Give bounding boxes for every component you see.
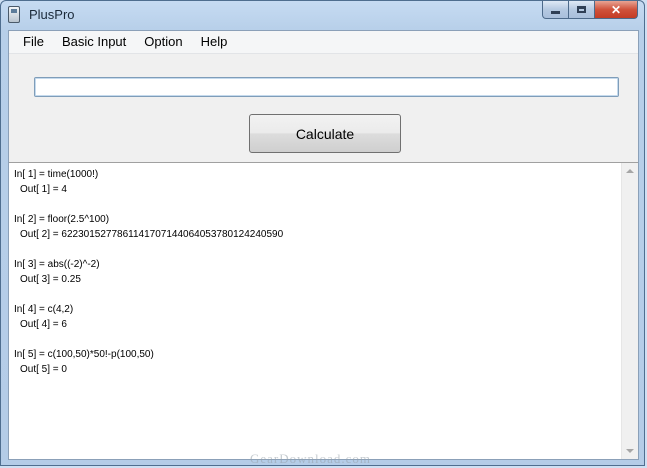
menu-basic-input[interactable]: Basic Input [53, 31, 135, 53]
menu-file[interactable]: File [9, 31, 53, 53]
input-line: In[ 5] = c(100,50)*50!-p(100,50) [14, 349, 154, 360]
output-line: Out[ 5] = 0 [20, 364, 67, 375]
expression-input[interactable] [34, 77, 619, 97]
maximize-icon [577, 6, 586, 13]
window-title: PlusPro [29, 7, 75, 22]
calculate-button[interactable]: Calculate [249, 114, 401, 153]
caption-buttons: ✕ [542, 1, 638, 20]
output-line: Out[ 4] = 6 [20, 319, 67, 330]
app-window: PlusPro ✕ File Basic Input Option Help C… [0, 0, 645, 466]
close-button[interactable]: ✕ [595, 1, 638, 19]
output-text: In[ 1] = time(1000!) Out[ 1] = 4 In[ 2] = … [14, 167, 283, 377]
output-line: Out[ 1] = 4 [20, 184, 67, 195]
input-line: In[ 2] = floor(2.5^100) [14, 214, 110, 225]
calculator-icon [8, 6, 20, 23]
menu-help[interactable]: Help [192, 31, 237, 53]
minimize-button[interactable] [542, 1, 569, 19]
minimize-icon [551, 11, 560, 14]
watermark: GearDownload.com [250, 451, 372, 466]
output-panel[interactable]: In[ 1] = time(1000!) Out[ 1] = 4 In[ 2] = … [9, 162, 638, 459]
input-line: In[ 3] = abs((-2)^-2) [14, 259, 100, 270]
input-line: In[ 4] = c(4,2) [14, 304, 74, 315]
menu-option[interactable]: Option [135, 31, 191, 53]
maximize-button[interactable] [569, 1, 595, 19]
title-bar[interactable]: PlusPro ✕ [1, 1, 644, 29]
scroll-up-icon[interactable] [626, 169, 634, 173]
input-line: In[ 1] = time(1000!) [14, 169, 99, 180]
output-line: Out[ 3] = 0.25 [20, 274, 81, 285]
client-area: File Basic Input Option Help Calculate I… [8, 30, 639, 460]
output-line: Out[ 2] = 622301527786114170714406405378… [20, 229, 284, 240]
menu-bar: File Basic Input Option Help [9, 31, 638, 54]
vertical-scrollbar[interactable] [621, 163, 638, 459]
close-icon: ✕ [610, 2, 622, 17]
scroll-down-icon[interactable] [626, 449, 634, 453]
